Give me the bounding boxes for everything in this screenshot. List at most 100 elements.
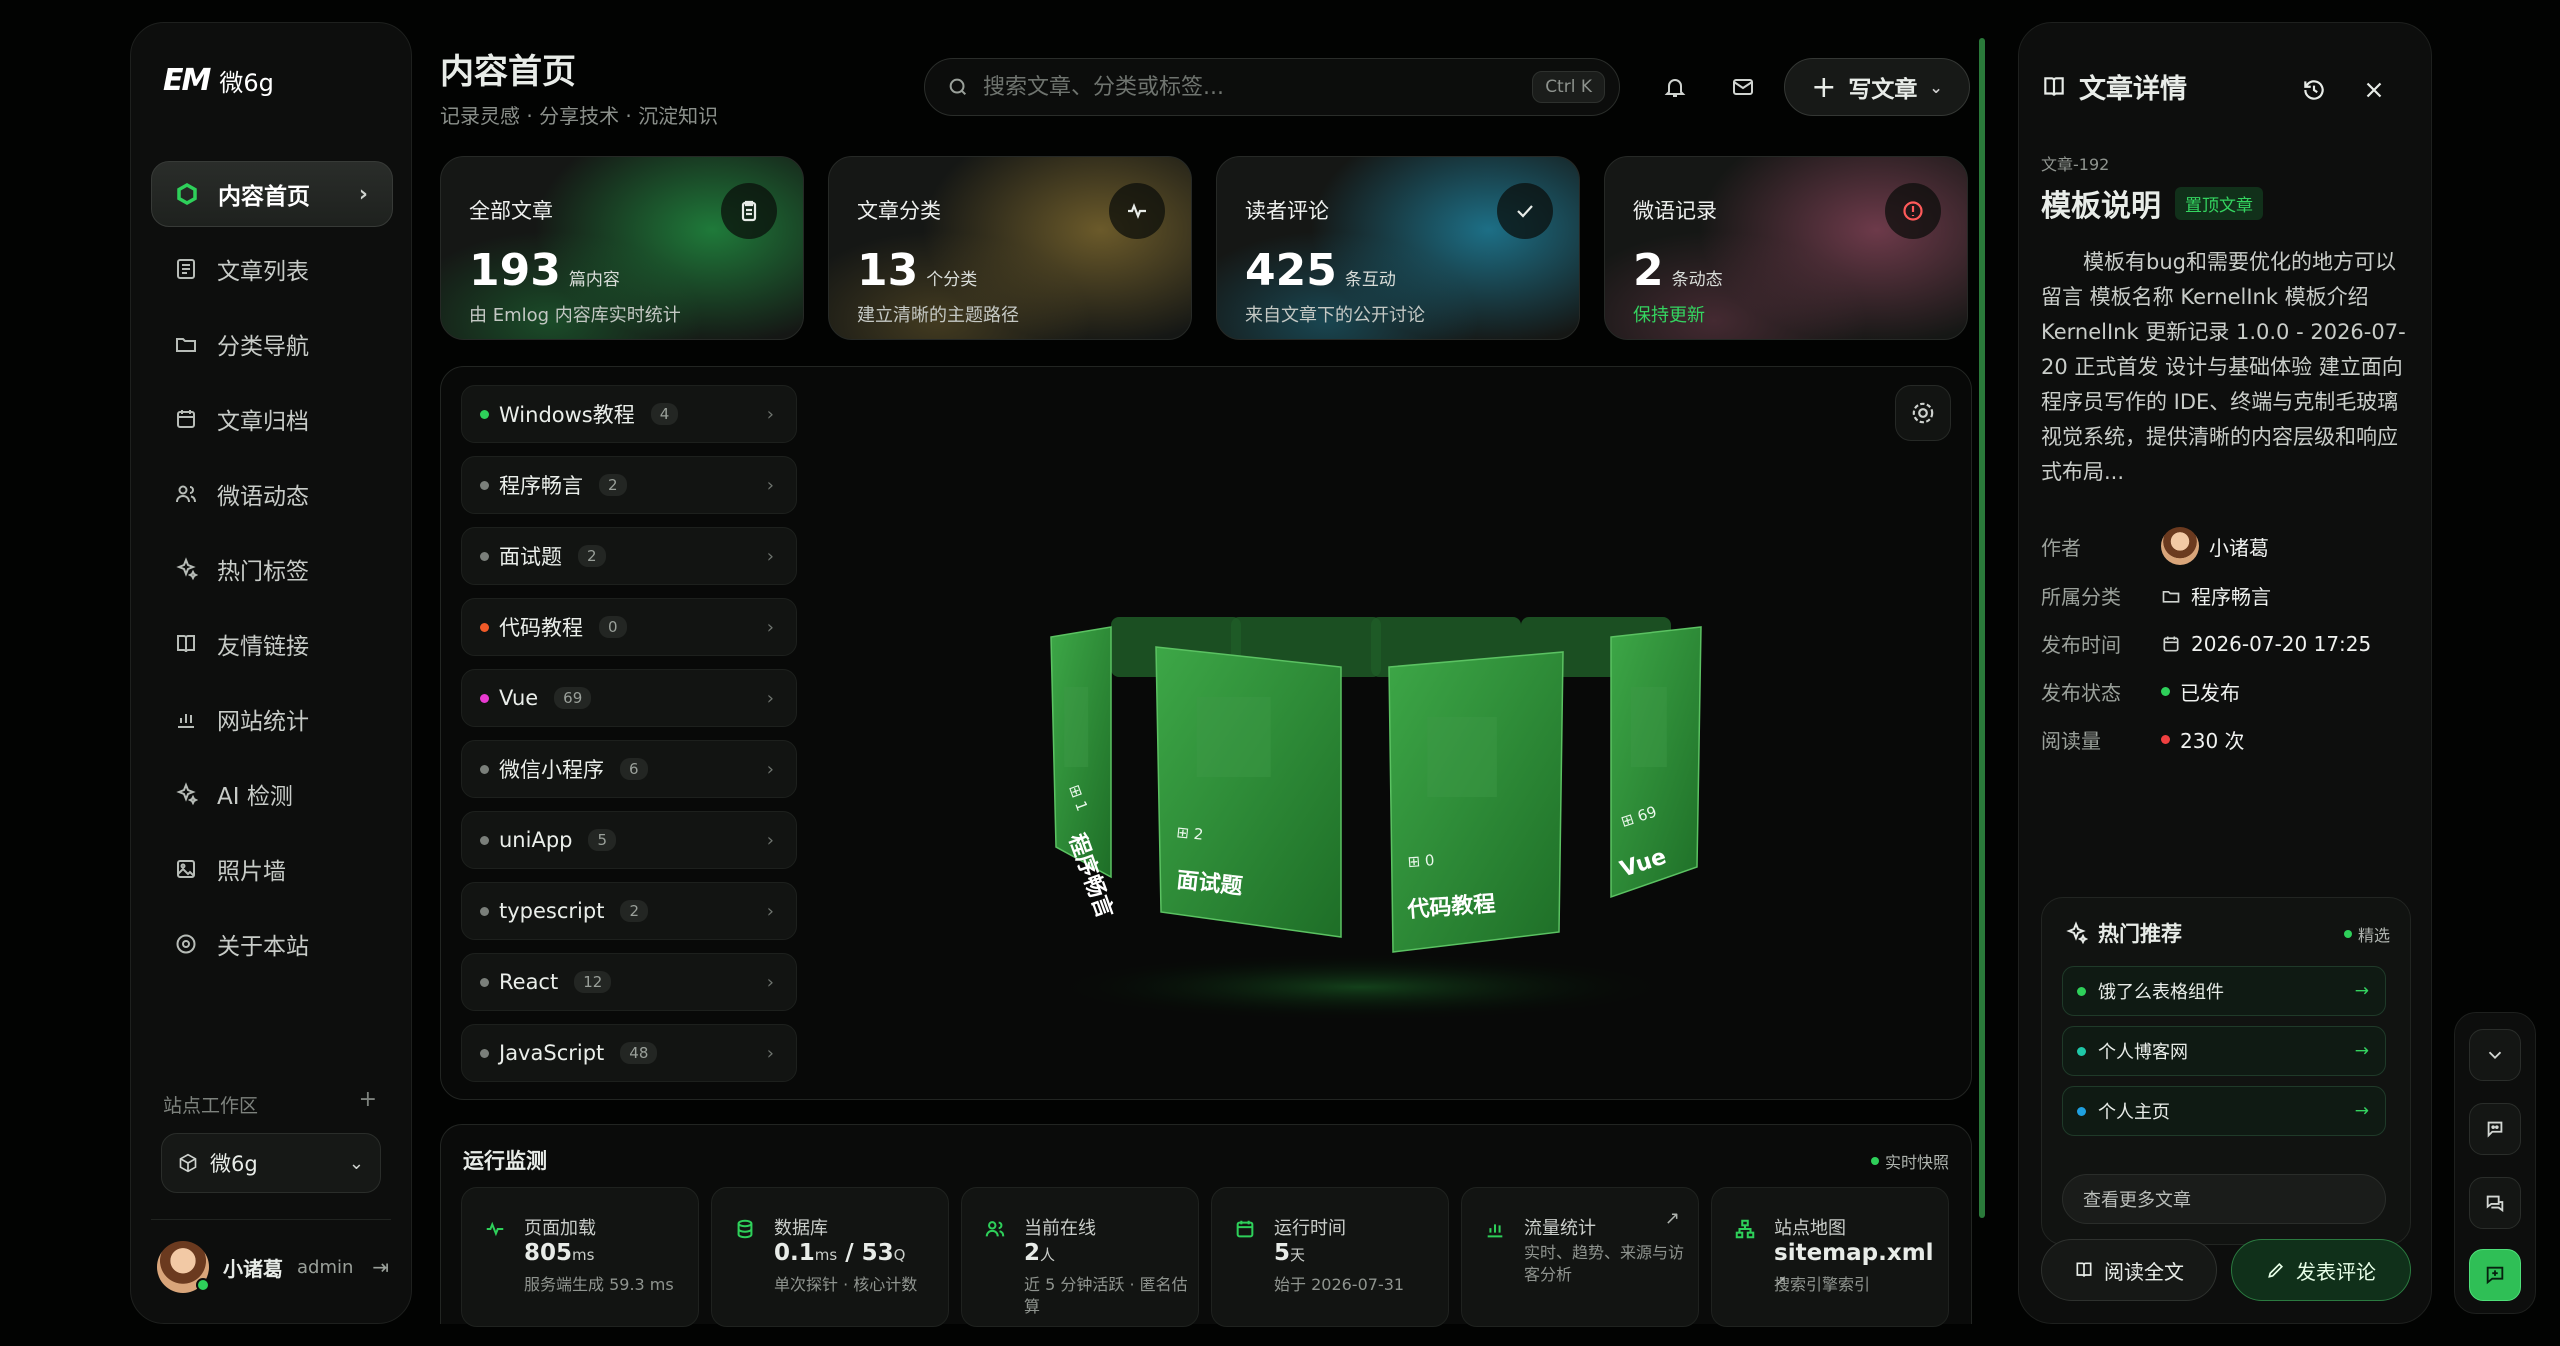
nav-icon bbox=[173, 706, 199, 732]
metric-value-line: 2人 bbox=[1024, 1240, 1055, 1266]
status-dot bbox=[2161, 687, 2170, 696]
sidebar-item-9[interactable]: 照片墙 bbox=[151, 836, 393, 902]
chat-button[interactable] bbox=[2469, 1177, 2521, 1229]
sidebar-item-7[interactable]: 网站统计 bbox=[151, 686, 393, 752]
sidebar-item-label: 文章列表 bbox=[217, 259, 309, 285]
stat-label: 读者评论 bbox=[1245, 199, 1329, 223]
stat-description: 由 Emlog 内容库实时统计 bbox=[469, 305, 681, 326]
user-profile[interactable]: 小诸葛 admin ⇥ bbox=[157, 1241, 389, 1293]
category-dot bbox=[480, 693, 489, 703]
metric-value: 5 bbox=[1274, 1240, 1291, 1266]
sidebar-item-6[interactable]: 友情链接 bbox=[151, 611, 393, 677]
view-more-button[interactable]: 查看更多文章 bbox=[2062, 1174, 2386, 1224]
category-item[interactable]: uniApp 5 › bbox=[461, 811, 797, 869]
stat-card[interactable]: 读者评论 425 条互动 来自文章下的公开讨论 bbox=[1216, 156, 1580, 340]
chevron-down-icon: ⌄ bbox=[348, 1152, 364, 1174]
logout-icon[interactable]: ⇥ bbox=[372, 1255, 389, 1279]
hot-item[interactable]: 个人博客网 → bbox=[2062, 1026, 2386, 1076]
hot-dot bbox=[2077, 986, 2086, 996]
read-full-label: 阅读全文 bbox=[2104, 1259, 2184, 1284]
hot-item[interactable]: 个人主页 → bbox=[2062, 1086, 2386, 1136]
stat-description: 来自文章下的公开讨论 bbox=[1245, 305, 1425, 326]
workspace-select[interactable]: 微6g ⌄ bbox=[161, 1133, 381, 1193]
category-item[interactable]: Windows教程 4 › bbox=[461, 385, 797, 443]
hot-item[interactable]: 饿了么表格组件 → bbox=[2062, 966, 2386, 1016]
sidebar-item-1[interactable]: 文章列表 bbox=[151, 236, 393, 302]
metric-unit: ms bbox=[572, 1246, 595, 1264]
stat-card[interactable]: 全部文章 193 篇内容由 Emlog 内容库实时统计 bbox=[440, 156, 804, 340]
scrollbar-thumb[interactable] bbox=[1979, 38, 1985, 1218]
category-count: 12 bbox=[574, 971, 612, 993]
category-dot bbox=[480, 764, 489, 774]
book-icon bbox=[2076, 1262, 2092, 1277]
panel-settings-button[interactable] bbox=[1895, 385, 1951, 441]
notification-button[interactable] bbox=[1656, 68, 1694, 106]
hot-title-text: 热门推荐 bbox=[2098, 922, 2182, 946]
category-item[interactable]: React 12 › bbox=[461, 953, 797, 1011]
external-link-icon[interactable]: ↗ bbox=[1665, 1208, 1680, 1229]
sidebar-item-3[interactable]: 文章归档 bbox=[151, 386, 393, 452]
metric-card[interactable]: 站点地图 sitemap.xml ↗ 搜索引擎索引 bbox=[1711, 1187, 1949, 1327]
sidebar-item-label: 文章归档 bbox=[217, 409, 309, 435]
online-indicator bbox=[196, 1278, 210, 1292]
sidebar-item-5[interactable]: 热门标签 bbox=[151, 536, 393, 602]
stat-card[interactable]: 微语记录 2 条动态 保持更新 bbox=[1604, 156, 1968, 340]
sidebar-item-label: 关于本站 bbox=[217, 934, 309, 960]
brand[interactable]: EM 微6g bbox=[163, 63, 274, 98]
chevron-right-icon: › bbox=[766, 1042, 774, 1064]
category-item[interactable]: 程序畅言 2 › bbox=[461, 456, 797, 514]
metric-sub: 实时、趋势、来源与访客分析 bbox=[1524, 1243, 1685, 1284]
users-icon bbox=[985, 1221, 1005, 1237]
category-name: typescript bbox=[499, 899, 605, 923]
pulse-icon bbox=[486, 1221, 504, 1237]
category-item[interactable]: 微信小程序 6 › bbox=[461, 740, 797, 798]
close-button[interactable] bbox=[2359, 75, 2389, 105]
metric-value-line: 5天 bbox=[1274, 1240, 1305, 1266]
category-carousel[interactable]: ⊞ 1程序畅言 ⊞ 2面试题⊞ 0代码教程⊞ 69Vue bbox=[961, 517, 1761, 1037]
workspace-add-button[interactable]: + bbox=[359, 1087, 377, 1112]
read-full-button[interactable]: 阅读全文 bbox=[2041, 1239, 2217, 1301]
hot-item-label: 饿了么表格组件 bbox=[2098, 982, 2224, 1003]
metric-sub: 搜索引擎索引 bbox=[1774, 1275, 1871, 1294]
plus-icon: + bbox=[1811, 69, 1837, 105]
monitor-title: 运行监测 bbox=[463, 1149, 547, 1173]
category-item[interactable]: 代码教程 0 › bbox=[461, 598, 797, 656]
post-comment-button[interactable]: 发表评论 bbox=[2231, 1239, 2411, 1301]
metric-label: 流量统计 bbox=[1524, 1218, 1596, 1239]
category-item[interactable]: JavaScript 48 › bbox=[461, 1024, 797, 1082]
page-title: 内容首页 bbox=[440, 52, 576, 92]
sidebar-item-0[interactable]: 内容首页 › bbox=[151, 161, 393, 227]
meta-value-wrap[interactable]: 程序畅言 bbox=[2161, 581, 2271, 610]
sidebar-nav: 内容首页 › 文章列表分类导航文章归档微语动态热门标签友情链接网站统计 AI 检测照片… bbox=[151, 161, 393, 986]
message-button[interactable] bbox=[1724, 68, 1762, 106]
article-list-icon bbox=[177, 259, 195, 279]
sitemap-icon bbox=[1735, 1219, 1755, 1239]
sidebar-item-label: AI 检测 bbox=[217, 784, 293, 810]
history-button[interactable] bbox=[2299, 75, 2329, 105]
monitor-live-label: 实时快照 bbox=[1884, 1153, 1949, 1172]
metric-card[interactable]: 流量统计实时、趋势、来源与访客分析 ↗ bbox=[1461, 1187, 1699, 1327]
meta-value: 230 次 bbox=[2180, 729, 2245, 753]
sidebar-item-4[interactable]: 微语动态 bbox=[151, 461, 393, 527]
collapse-button[interactable] bbox=[2469, 1029, 2521, 1081]
sidebar-item-2[interactable]: 分类导航 bbox=[151, 311, 393, 377]
category-item[interactable]: 面试题 2 › bbox=[461, 527, 797, 585]
search-input[interactable] bbox=[983, 74, 1519, 100]
search-bar[interactable]: Ctrl K bbox=[924, 58, 1620, 116]
scrollbar[interactable] bbox=[1978, 28, 1986, 1318]
meta-value-wrap[interactable]: 小诸葛 bbox=[2161, 527, 2269, 565]
metric-card: 数据库 0.1ms / 53Q 单次探针 · 核心计数 bbox=[711, 1187, 949, 1327]
stat-card[interactable]: 文章分类 13 个分类 建立清晰的主题路径 bbox=[828, 156, 1192, 340]
avatar bbox=[157, 1241, 210, 1293]
message-add-button[interactable] bbox=[2469, 1249, 2521, 1301]
sidebar-item-label: 网站统计 bbox=[217, 709, 309, 735]
sidebar-item-8[interactable]: AI 检测 bbox=[151, 761, 393, 827]
category-item[interactable]: Vue 69 › bbox=[461, 669, 797, 727]
sidebar-item-10[interactable]: 关于本站 bbox=[151, 911, 393, 977]
chevron-right-icon: › bbox=[766, 545, 774, 567]
assistant-button[interactable] bbox=[2469, 1103, 2521, 1155]
meta-key: 发布时间 bbox=[2041, 633, 2121, 657]
write-article-button[interactable]: + 写文章 ⌄ bbox=[1784, 58, 1970, 116]
category-item[interactable]: typescript 2 › bbox=[461, 882, 797, 940]
metric-label: 数据库 bbox=[774, 1218, 828, 1239]
